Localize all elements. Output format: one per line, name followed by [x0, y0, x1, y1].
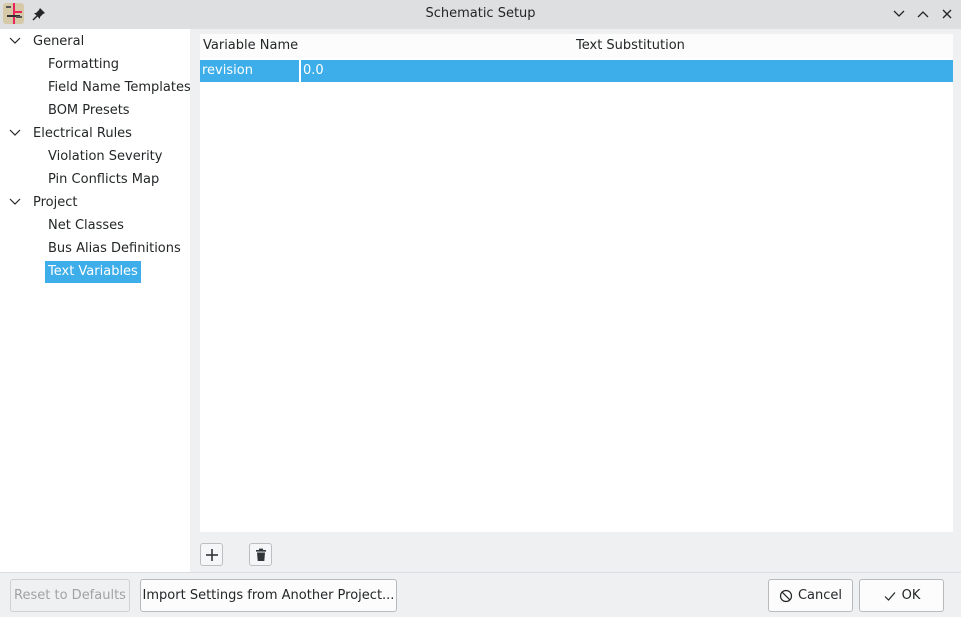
tree-item-electrical-rules[interactable]: Electrical Rules	[33, 123, 132, 145]
text-variables-grid: Variable Name Text Substitution revision…	[200, 34, 953, 532]
settings-tree: General Formatting Field Name Templates …	[0, 29, 191, 572]
tree-item-pin-conflicts-map[interactable]: Pin Conflicts Map	[48, 169, 159, 191]
text-variables-panel: Variable Name Text Substitution revision…	[190, 29, 961, 572]
plus-icon	[205, 548, 218, 561]
tree-item-field-name-templates[interactable]: Field Name Templates	[48, 77, 191, 99]
trash-icon	[255, 548, 266, 561]
tree-item-formatting[interactable]: Formatting	[48, 54, 119, 76]
chevron-down-icon	[893, 10, 905, 17]
footer-divider	[0, 572, 961, 573]
cancel-circle-icon	[779, 589, 793, 602]
text-substitution-cell[interactable]: 0.0	[301, 60, 953, 82]
tree-item-violation-severity[interactable]: Violation Severity	[48, 146, 162, 168]
chevron-down-icon[interactable]	[9, 129, 21, 137]
reset-to-defaults-button[interactable]: Reset to Defaults	[10, 579, 130, 612]
tree-item-project[interactable]: Project	[33, 192, 77, 214]
tree-item-bom-presets[interactable]: BOM Presets	[48, 100, 130, 122]
add-variable-button[interactable]	[200, 543, 223, 566]
tree-item-net-classes[interactable]: Net Classes	[48, 215, 124, 237]
ok-label: OK	[901, 588, 921, 603]
checkmark-icon	[884, 591, 896, 601]
window-title: Schematic Setup	[425, 6, 536, 21]
tree-item-bus-alias-definitions[interactable]: Bus Alias Definitions	[48, 238, 181, 260]
variable-name-cell[interactable]: revision	[200, 60, 299, 82]
title-bar: Schematic Setup	[0, 0, 961, 29]
grid-header: Variable Name Text Substitution	[200, 34, 953, 58]
tree-item-text-variables[interactable]: Text Variables	[45, 261, 141, 283]
delete-variable-button[interactable]	[249, 543, 272, 566]
chevron-down-icon[interactable]	[9, 37, 21, 45]
column-header-text-substitution[interactable]: Text Substitution	[576, 38, 685, 53]
ok-button[interactable]: OK	[859, 579, 944, 612]
import-settings-button[interactable]: Import Settings from Another Project...	[140, 579, 397, 612]
chevron-down-icon[interactable]	[9, 198, 21, 206]
close-icon	[942, 9, 952, 19]
close-button[interactable]	[939, 6, 955, 22]
maximize-button[interactable]	[915, 6, 931, 22]
cancel-label: Cancel	[797, 588, 843, 603]
cancel-button[interactable]: Cancel	[768, 579, 853, 612]
minimize-button[interactable]	[891, 6, 907, 22]
tree-item-general[interactable]: General	[33, 31, 84, 53]
column-header-variable-name[interactable]: Variable Name	[203, 38, 298, 53]
chevron-up-icon	[917, 11, 929, 18]
